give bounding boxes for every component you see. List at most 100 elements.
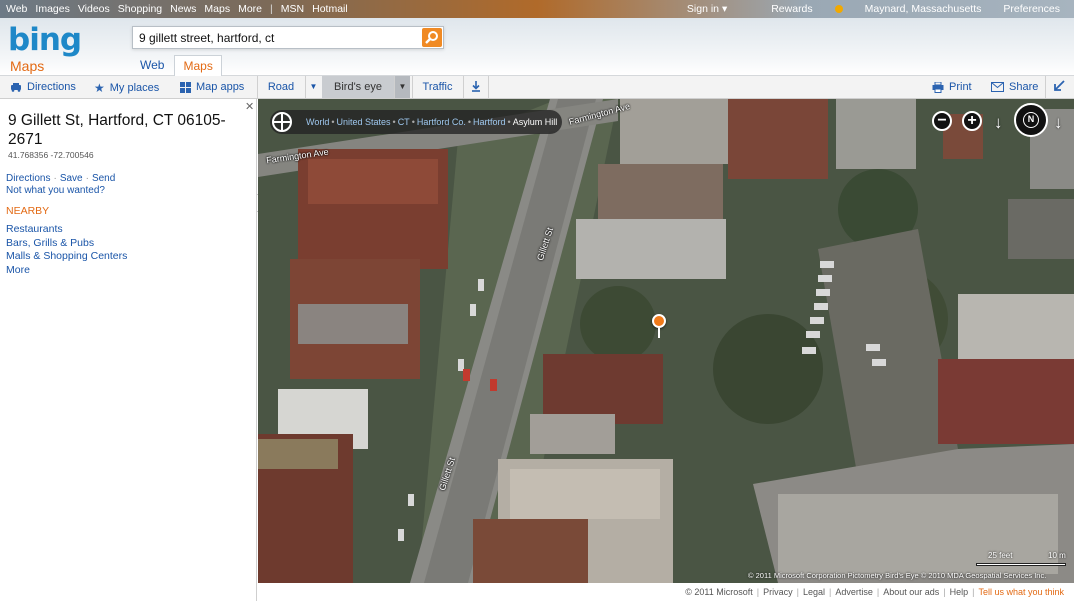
footer-separator: | xyxy=(756,587,760,597)
birds-eye-view-button[interactable]: Bird's eye xyxy=(322,76,394,98)
footer-separator: | xyxy=(796,587,799,597)
nearby-more-link[interactable]: More xyxy=(6,264,30,276)
star-icon: ★ xyxy=(94,81,105,95)
search-button[interactable] xyxy=(422,28,442,47)
breadcrumb-world[interactable]: World xyxy=(306,117,329,127)
vertical-tabs: Web Maps xyxy=(132,55,224,76)
birds-eye-dropdown-arrow[interactable]: ▼ xyxy=(394,76,410,98)
breadcrumb-current: Asylum Hill xyxy=(512,117,558,127)
location-breadcrumb: World • United States • CT • Hartford Co. • Hart… xyxy=(270,110,562,134)
nav-divider: | xyxy=(270,3,273,15)
not-what-you-wanted-link[interactable]: Not what you wanted? xyxy=(6,185,105,196)
save-link[interactable]: Save xyxy=(60,173,83,184)
share-button[interactable]: Share xyxy=(991,81,1038,93)
nav-link-images[interactable]: Images xyxy=(35,3,69,15)
action-separator: · xyxy=(53,173,57,184)
header: bing Maps Web Maps xyxy=(0,18,1074,76)
compass-rotate-control[interactable]: N xyxy=(1014,103,1048,137)
directions-button[interactable]: Directions xyxy=(10,81,76,93)
rotate-right-icon[interactable]: ↓ xyxy=(1054,113,1063,133)
breadcrumb-county[interactable]: Hartford Co. xyxy=(417,117,466,127)
road-view-button[interactable]: Road xyxy=(258,76,304,98)
nav-link-web[interactable]: Web xyxy=(6,3,27,15)
scale-feet: 25 feet xyxy=(988,551,1013,560)
print-button[interactable]: Print xyxy=(932,81,972,93)
share-label: Share xyxy=(1009,81,1039,93)
sign-in-link[interactable]: Sign in ▾ xyxy=(687,3,727,15)
apps-grid-icon xyxy=(180,81,191,93)
nearby-bars-link[interactable]: Bars, Grills & Pubs xyxy=(6,237,94,249)
footer-separator: | xyxy=(828,587,832,597)
download-button[interactable] xyxy=(463,76,489,98)
breadcrumb-state[interactable]: CT xyxy=(398,117,410,127)
print-label: Print xyxy=(949,81,972,93)
footer-privacy-link[interactable]: Privacy xyxy=(763,587,793,597)
footer-feedback-link[interactable]: Tell us what you think xyxy=(978,587,1064,597)
nav-link-videos[interactable]: Videos xyxy=(78,3,110,15)
road-dropdown-arrow[interactable]: ▼ xyxy=(305,76,321,98)
product-label: Maps xyxy=(10,58,45,74)
send-link[interactable]: Send xyxy=(92,173,115,184)
footer-legal-link[interactable]: Legal xyxy=(803,587,825,597)
nav-link-more[interactable]: More xyxy=(238,3,262,15)
nav-link-msn[interactable]: MSN xyxy=(281,3,304,15)
breadcrumb-separator: • xyxy=(331,117,335,127)
bing-logo[interactable]: bing xyxy=(8,22,82,58)
footer-separator: | xyxy=(943,587,946,597)
address-title: 9 Gillett St, Hartford, CT 06105-2671 xyxy=(8,112,226,148)
toolbar-divider-right xyxy=(1045,76,1046,98)
nearby-malls-link[interactable]: Malls & Shopping Centers xyxy=(6,250,127,262)
top-nav-bar: Web Images Videos Shopping News Maps Mor… xyxy=(0,0,1074,18)
rotate-left-icon[interactable]: ↓ xyxy=(994,113,1003,133)
breadcrumb-separator: • xyxy=(467,117,472,127)
directions-link[interactable]: Directions xyxy=(6,173,50,184)
nearby-restaurants-link[interactable]: Restaurants xyxy=(6,223,63,235)
tab-maps[interactable]: Maps xyxy=(174,55,222,76)
nearby-heading: NEARBY xyxy=(6,205,50,217)
locate-me-icon[interactable] xyxy=(272,112,292,132)
traffic-button[interactable]: Traffic xyxy=(412,76,462,98)
map-apps-button[interactable]: Map apps xyxy=(180,81,244,93)
result-actions: Directions · Save · Send xyxy=(6,173,115,184)
footer-help-link[interactable]: Help xyxy=(950,587,969,597)
printer-icon xyxy=(932,81,944,93)
tab-web[interactable]: Web xyxy=(132,55,172,76)
location-pin-icon[interactable] xyxy=(652,314,666,328)
footer-about-ads-link[interactable]: About our ads xyxy=(883,587,939,597)
rewards-icon xyxy=(834,5,843,13)
nav-link-shopping[interactable]: Shopping xyxy=(118,3,162,15)
breadcrumb-city[interactable]: Hartford xyxy=(473,117,506,127)
nav-link-hotmail[interactable]: Hotmail xyxy=(312,3,348,15)
search-box xyxy=(132,26,444,49)
zoom-out-button[interactable]: − xyxy=(932,111,952,131)
map-apps-label: Map apps xyxy=(196,81,245,93)
breadcrumb-separator: • xyxy=(411,117,415,127)
my-places-button[interactable]: ★ My places xyxy=(94,81,159,95)
directions-label: Directions xyxy=(27,81,76,93)
rewards-label: Rewards xyxy=(771,3,813,15)
car-icon xyxy=(11,83,21,92)
nav-link-news[interactable]: News xyxy=(170,3,196,15)
footer-separator: | xyxy=(876,587,880,597)
location-link[interactable]: Maynard, Massachusetts xyxy=(865,3,982,15)
map-toolbar: Directions ★ My places Map apps Road ▼ B… xyxy=(0,76,1074,99)
footer-copyright: © 2011 Microsoft xyxy=(685,587,753,597)
arrow-diagonal-icon xyxy=(1054,80,1065,91)
top-nav-links: Web Images Videos Shopping News Maps Mor… xyxy=(6,3,356,15)
nav-link-maps[interactable]: Maps xyxy=(204,3,230,15)
rewards-link[interactable]: Rewards xyxy=(749,3,843,15)
breadcrumb-separator: • xyxy=(392,117,396,127)
footer-advertise-link[interactable]: Advertise xyxy=(835,587,873,597)
search-icon xyxy=(425,31,438,44)
nearby-list: Restaurants Bars, Grills & Pubs Malls & … xyxy=(6,223,127,277)
map-canvas[interactable]: World • United States • CT • Hartford Co. • Hart… xyxy=(258,99,1074,583)
footer: © 2011 Microsoft | Privacy | Legal | Advertise… xyxy=(258,583,1074,601)
close-panel-icon[interactable]: ✕ xyxy=(245,100,254,113)
preferences-link[interactable]: Preferences xyxy=(1003,3,1060,15)
search-input[interactable] xyxy=(133,27,421,48)
zoom-in-button[interactable]: + xyxy=(962,111,982,131)
location-pin-stem xyxy=(658,328,660,338)
expand-map-button[interactable] xyxy=(1054,80,1065,91)
breadcrumb-country[interactable]: United States xyxy=(337,117,391,127)
download-icon xyxy=(472,81,480,92)
